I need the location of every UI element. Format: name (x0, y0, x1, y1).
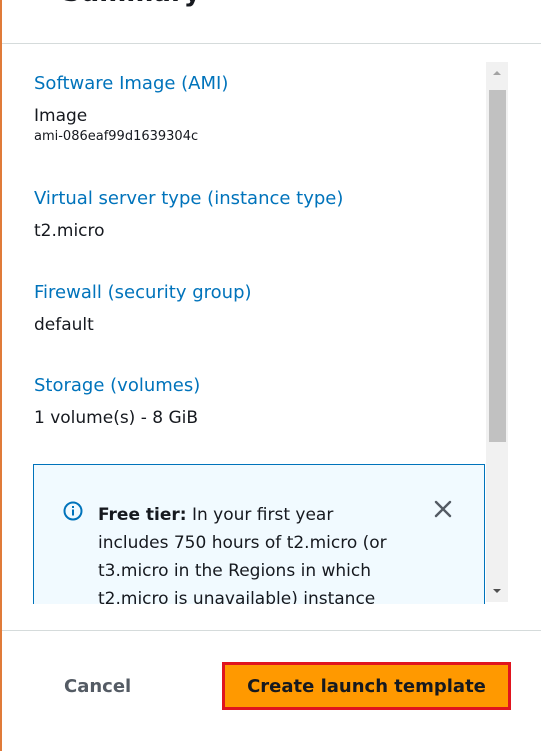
create-launch-template-button[interactable]: Create launch template (222, 662, 511, 710)
summary-scroll-area[interactable]: Software Image (AMI) Image ami-086eaf99d… (2, 44, 541, 604)
firewall-label[interactable]: Firewall (security group) (34, 282, 252, 304)
free-tier-line-2: includes 750 hours of t2.micro (or (98, 533, 387, 553)
close-icon[interactable] (431, 497, 455, 521)
instance-type-section: Virtual server type (instance type) t2.m… (34, 188, 343, 242)
scroll-down-arrow-icon[interactable] (486, 580, 508, 602)
free-tier-line-4: t2.micro is unavailable) instance (98, 589, 376, 604)
ami-id: ami-086eaf99d1639304c (34, 129, 199, 144)
free-tier-line-1: In your first year (191, 505, 334, 525)
cancel-button[interactable]: Cancel (42, 664, 152, 708)
free-tier-alert: Free tier: In your first year includes 7… (33, 464, 485, 604)
storage-label[interactable]: Storage (volumes) (34, 375, 200, 397)
panel-title: Summary (62, 0, 201, 8)
firewall-section: Firewall (security group) default (34, 282, 252, 336)
free-tier-line-3: t3.micro in the Regions in which (98, 561, 372, 581)
info-icon (63, 501, 83, 521)
summary-panel: Summary Software Image (AMI) Image ami-0… (0, 0, 541, 751)
storage-value: 1 volume(s) - 8 GiB (34, 408, 199, 428)
instance-type-value: t2.micro (34, 221, 105, 241)
free-tier-title: Free tier: (98, 505, 187, 525)
free-tier-text: Free tier: In your first year includes 7… (98, 501, 418, 604)
scrollbar-thumb[interactable] (489, 90, 506, 442)
ami-section: Software Image (AMI) Image ami-086eaf99d… (34, 73, 228, 145)
instance-type-label[interactable]: Virtual server type (instance type) (34, 188, 343, 210)
panel-header: Summary (2, 0, 541, 44)
firewall-value: default (34, 315, 94, 335)
ami-value: Image (34, 106, 88, 126)
scroll-up-arrow-icon[interactable] (486, 62, 508, 84)
ami-label[interactable]: Software Image (AMI) (34, 73, 228, 95)
panel-footer: Cancel Create launch template (2, 630, 541, 751)
storage-section: Storage (volumes) 1 volume(s) - 8 GiB (34, 375, 200, 429)
scrollbar[interactable] (486, 62, 508, 602)
